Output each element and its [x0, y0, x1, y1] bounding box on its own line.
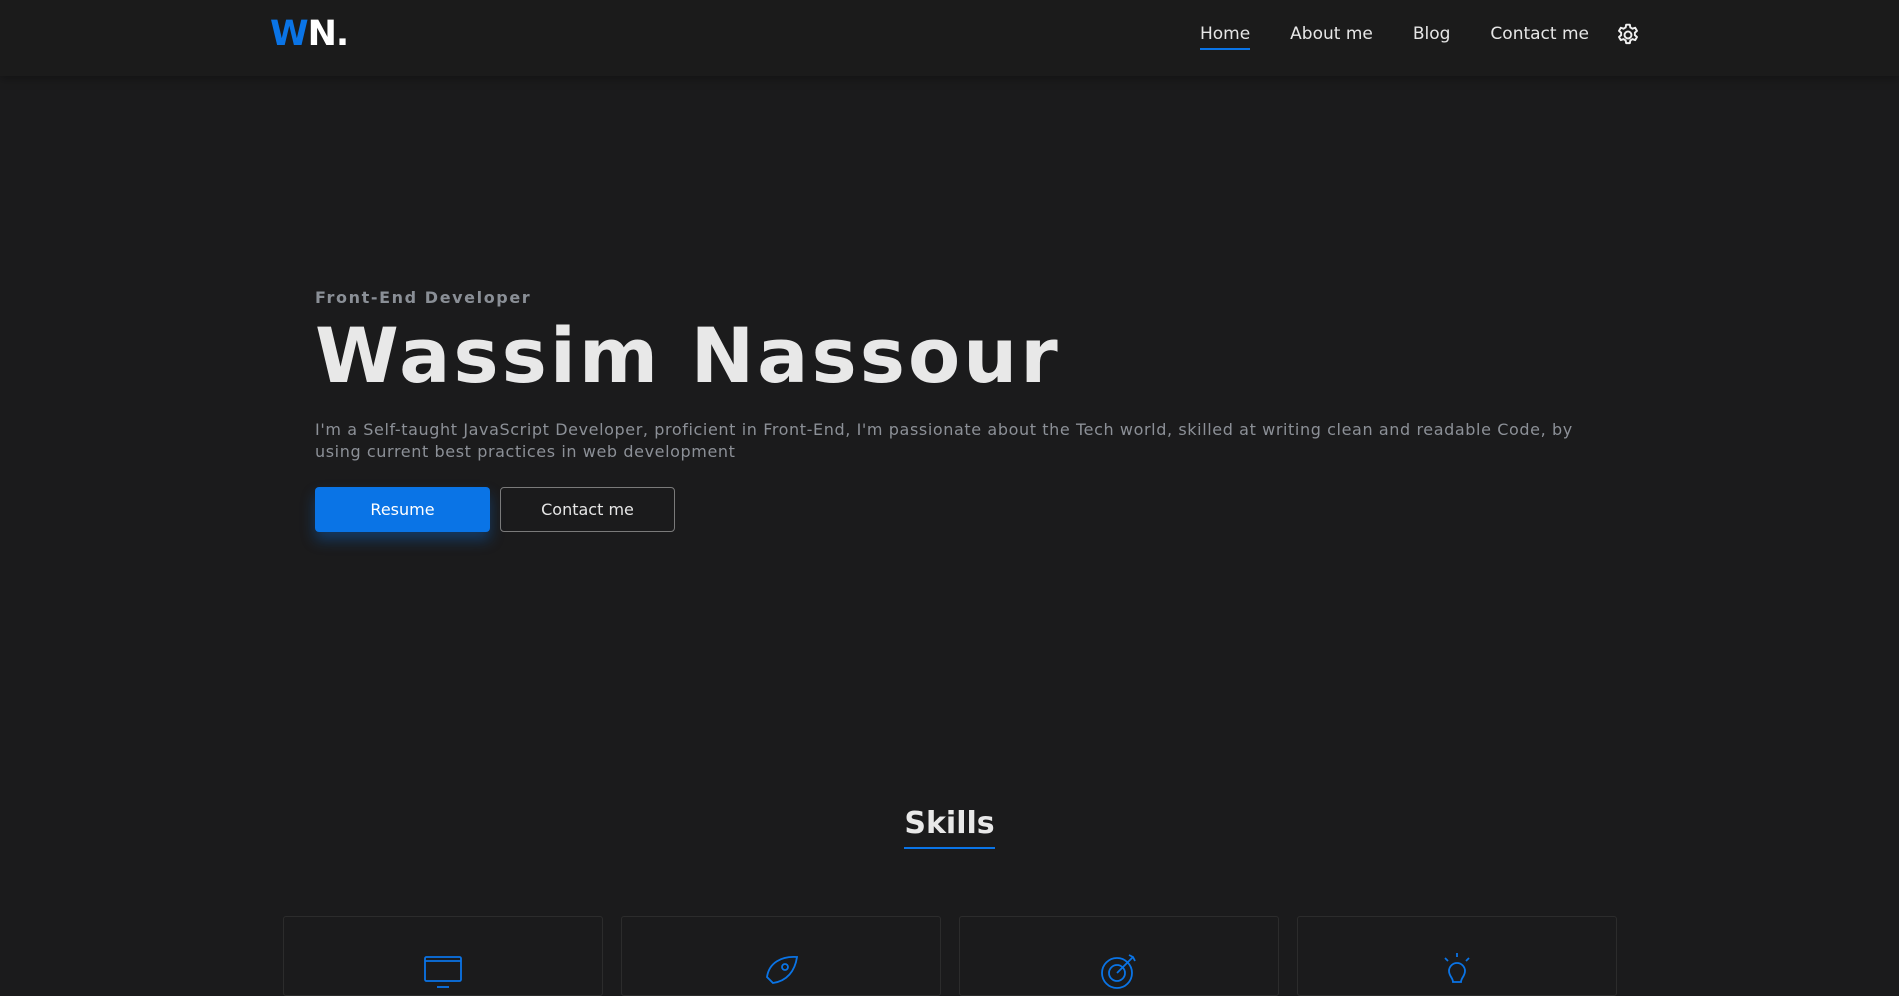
hero-subtitle: Front-End Developer	[315, 288, 532, 307]
nav-link-about[interactable]: About me	[1290, 24, 1373, 46]
nav-link-home[interactable]: Home	[1199, 24, 1251, 50]
hero-section: Front-End Developer Wassim Nassour I'm a…	[315, 288, 1575, 532]
hero-description: I'm a Self-taught JavaScript Developer, …	[315, 420, 1573, 461]
nav-link-contact[interactable]: Contact me	[1490, 24, 1589, 46]
monitor-icon	[424, 956, 462, 988]
skill-card	[283, 916, 603, 996]
contact-me-button[interactable]: Contact me	[500, 487, 675, 532]
rocket-icon	[766, 956, 799, 984]
skill-card	[959, 916, 1279, 996]
skills-heading: Skills	[904, 806, 995, 849]
resume-button[interactable]: Resume	[315, 487, 490, 532]
skills-section-heading: Skills	[0, 806, 1899, 849]
skill-card	[1297, 916, 1617, 996]
hero-title: Wassim Nassour	[315, 311, 1061, 400]
logo[interactable]: WN.	[270, 14, 350, 54]
gear-icon[interactable]	[1615, 22, 1641, 48]
lightbulb-icon	[1444, 953, 1470, 983]
nav-links: Home About me Blog Contact me	[1160, 22, 1641, 50]
hero-buttons: Resume Contact me	[315, 487, 1575, 532]
logo-letter-n: N.	[307, 14, 350, 54]
nav-link-blog[interactable]: Blog	[1413, 24, 1451, 46]
skill-card	[621, 916, 941, 996]
skills-cards	[283, 916, 1617, 996]
target-icon	[1101, 954, 1136, 989]
logo-letter-w: W	[270, 14, 309, 54]
navbar: WN. Home About me Blog Contact me	[0, 0, 1899, 76]
